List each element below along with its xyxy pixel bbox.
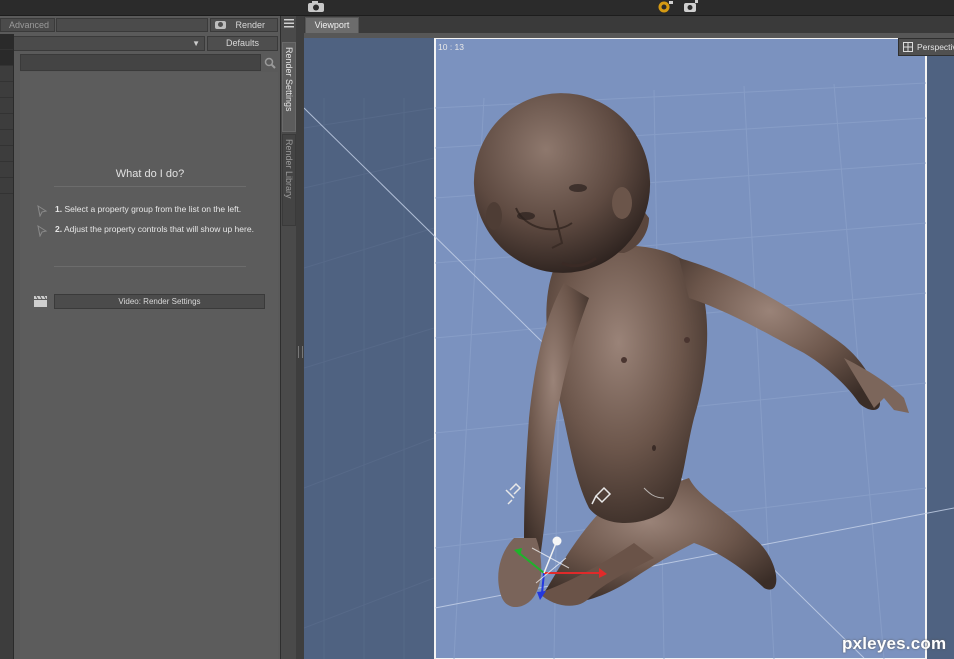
chevron-down-icon: ▼ [192, 39, 200, 48]
pane-side-tabs: Render Settings Render Library [280, 16, 296, 659]
divider [54, 266, 246, 267]
grid-icon [903, 42, 913, 52]
camera-icon[interactable] [307, 0, 325, 13]
render-camera-icon[interactable] [656, 0, 674, 13]
list-item[interactable] [0, 98, 13, 114]
camera-label: Perspective View [917, 42, 954, 52]
help-step-1: 1. Select a property group from the list… [55, 204, 260, 215]
app-window: Advanced Render ▼ Defaults What do I do?… [0, 0, 954, 659]
floor-grid [304, 98, 435, 659]
divider [54, 186, 246, 187]
viewport[interactable]: 10 : 13 Perspective View [304, 38, 954, 659]
list-item[interactable] [0, 114, 13, 130]
list-item[interactable] [0, 66, 13, 82]
camera-icon [215, 21, 226, 29]
property-group-list[interactable] [0, 34, 14, 659]
render-button[interactable]: Render [210, 18, 278, 32]
render-settings-panel: Advanced Render ▼ Defaults What do I do?… [0, 16, 280, 659]
preset-dropdown[interactable]: ▼ [0, 36, 205, 51]
frame-size-label: 10 : 13 [438, 42, 464, 52]
list-item[interactable] [0, 34, 13, 50]
render-button-label: Render [235, 20, 265, 30]
tab-advanced[interactable]: Advanced [0, 18, 55, 32]
step-text: Adjust the property controls that will s… [64, 224, 254, 234]
list-item[interactable] [0, 130, 13, 146]
step-number: 2. [55, 224, 63, 234]
search-input[interactable] [20, 54, 261, 71]
tab-spacer [56, 18, 208, 32]
screenshot-icon[interactable] [683, 0, 699, 13]
video-render-settings-button[interactable]: Video: Render Settings [54, 294, 265, 309]
list-item[interactable] [0, 82, 13, 98]
tab-viewport[interactable]: Viewport [305, 17, 359, 33]
tab-render-library[interactable]: Render Library [282, 134, 296, 226]
list-item[interactable] [0, 178, 13, 194]
pane-splitter[interactable] [296, 16, 304, 659]
top-toolbar [0, 0, 954, 16]
step-number: 1. [55, 204, 63, 214]
search-icon[interactable] [264, 57, 276, 69]
tab-render-settings[interactable]: Render Settings [282, 42, 296, 132]
help-step-2: 2. Adjust the property controls that wil… [55, 224, 255, 235]
defaults-button[interactable]: Defaults [207, 36, 278, 51]
viewport-scene[interactable] [304, 38, 954, 659]
list-item[interactable] [0, 50, 13, 66]
camera-selector-button[interactable]: Perspective View [898, 38, 954, 56]
property-content-area [20, 72, 278, 659]
list-item[interactable] [0, 162, 13, 178]
list-item[interactable] [0, 146, 13, 162]
pointer-icon [37, 205, 48, 217]
clapperboard-icon [34, 296, 47, 307]
watermark: pxleyes.com [842, 634, 947, 653]
menu-icon[interactable] [284, 19, 294, 28]
step-text: Select a property group from the list on… [64, 204, 242, 214]
pointer-icon [37, 225, 48, 237]
help-title: What do I do? [115, 168, 185, 180]
